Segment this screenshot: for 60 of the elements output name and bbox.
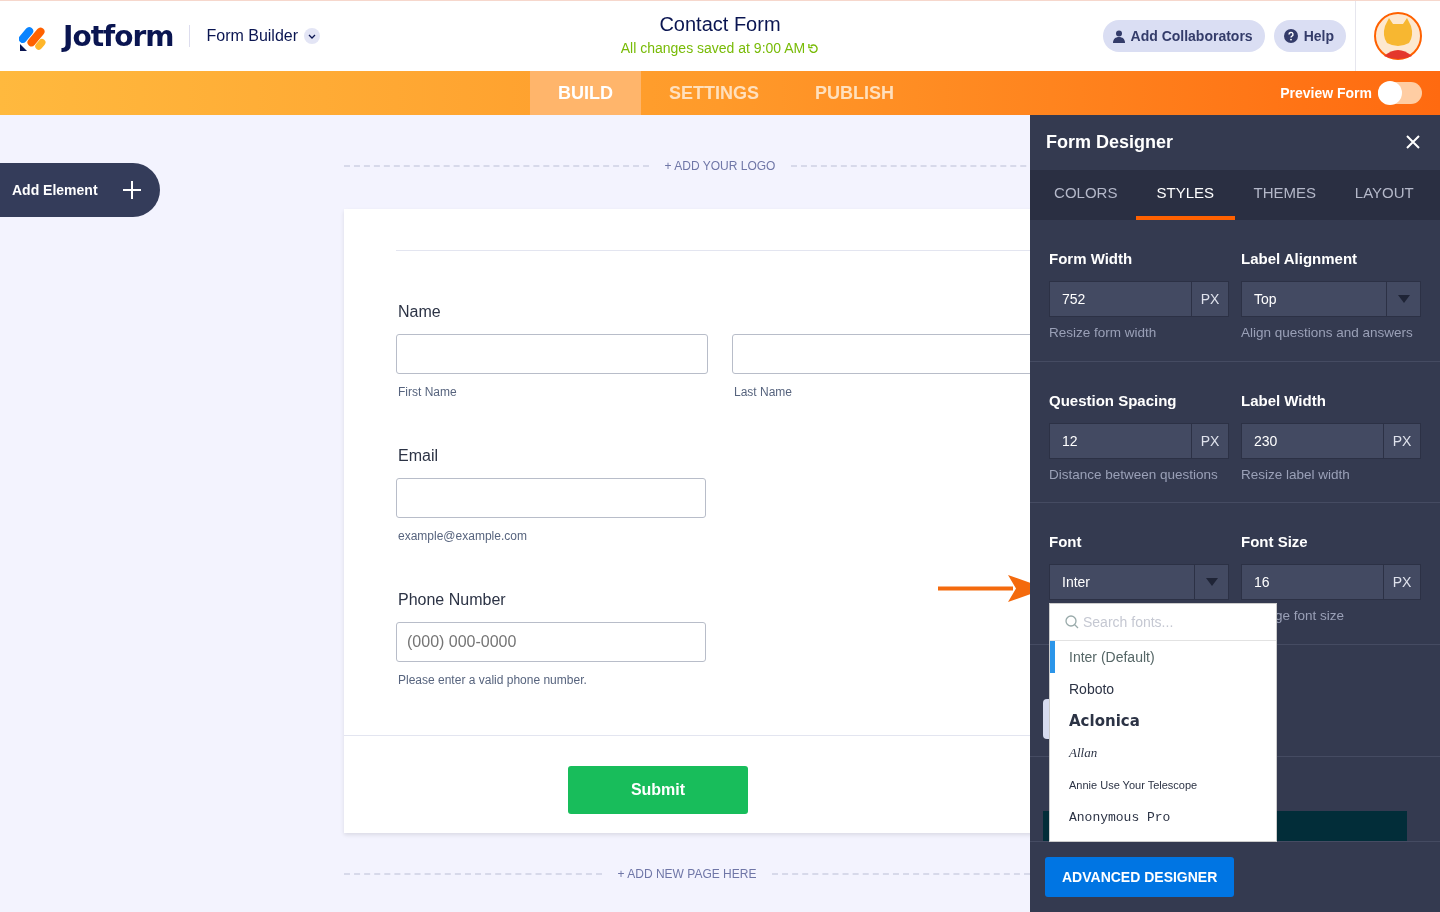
search-icon <box>1065 615 1079 629</box>
preview-label: Preview Form <box>1280 85 1372 101</box>
setting-hint: Resize form width <box>1049 324 1158 340</box>
font-option[interactable]: Anonymous Pro <box>1050 801 1276 833</box>
brand-name: Jotform <box>63 19 174 53</box>
input-field[interactable] <box>732 334 1030 374</box>
input-field[interactable] <box>396 478 706 518</box>
setting-field[interactable]: Top <box>1241 280 1421 317</box>
input-field[interactable]: (000) 000-0000 <box>396 622 706 662</box>
setting-label: Form Width <box>1049 249 1134 267</box>
chevron-down-icon <box>304 28 321 44</box>
add-logo-link[interactable]: + ADD YOUR LOGO <box>664 159 776 173</box>
font-option[interactable]: Roboto <box>1050 673 1276 705</box>
setting-field[interactable]: 12 PX <box>1049 422 1229 459</box>
setting-field[interactable]: 752 PX <box>1049 280 1229 317</box>
sublabel: Please enter a valid phone number. <box>398 673 588 687</box>
setting-label: Font Size <box>1241 533 1309 551</box>
product-menu[interactable]: Form Builder <box>206 27 321 45</box>
font-option[interactable]: Aclonica <box>1050 705 1276 737</box>
question-label: Phone Number <box>398 591 507 609</box>
sublabel: Last Name <box>734 385 794 399</box>
person-icon <box>1112 29 1125 43</box>
form-title: Contact Form <box>658 13 782 36</box>
caret-icon <box>1205 578 1218 587</box>
setting-hint: Distance between questions <box>1049 466 1219 482</box>
add-element-button[interactable]: Add Element <box>0 163 160 217</box>
designer-tab[interactable]: THEMES <box>1235 169 1335 220</box>
setting-label: Label Alignment <box>1241 249 1359 267</box>
add-collaborators-button[interactable]: Add Collaborators <box>1102 20 1265 52</box>
question-icon <box>1283 29 1298 43</box>
setting-hint: Align questions and answers <box>1241 324 1414 340</box>
caret-icon <box>1397 294 1410 303</box>
avatar[interactable] <box>1374 12 1422 60</box>
font-option[interactable]: Allan <box>1050 737 1276 769</box>
sublabel: First Name <box>398 385 458 399</box>
setting-label: Question Spacing <box>1049 391 1178 409</box>
refresh-icon <box>808 42 820 54</box>
setting-label: Font <box>1049 533 1083 551</box>
setting-hint: Resize label width <box>1241 466 1351 482</box>
designer-tab[interactable]: COLORS <box>1036 169 1136 220</box>
save-status: All changes saved at 9:00 AM <box>620 40 806 56</box>
setting-field[interactable]: Inter <box>1049 564 1229 601</box>
sublabel: example@example.com <box>398 529 528 543</box>
font-option[interactable]: Inter (Default) <box>1050 641 1276 673</box>
help-button[interactable]: Help <box>1273 20 1346 52</box>
question-label: Name <box>398 303 442 321</box>
setting-field[interactable]: 16 PX <box>1241 564 1421 601</box>
plus-icon <box>122 180 142 200</box>
advanced-designer-button[interactable]: ADVANCED DESIGNER <box>1045 857 1235 898</box>
close-icon[interactable] <box>1406 135 1420 150</box>
add-page-link[interactable]: + ADD NEW PAGE HERE <box>617 867 757 881</box>
setting-field[interactable]: 230 PX <box>1241 422 1421 459</box>
font-option[interactable]: Annie Use Your Telescope <box>1050 769 1276 801</box>
designer-tab[interactable]: STYLES <box>1135 169 1235 220</box>
question-label: Email <box>398 447 439 465</box>
setting-label: Label Width <box>1241 391 1327 409</box>
designer-tab[interactable]: LAYOUT <box>1334 169 1434 220</box>
preview-toggle[interactable] <box>1378 82 1422 104</box>
input-field[interactable] <box>396 334 708 374</box>
panel-title: Form Designer <box>1046 131 1174 153</box>
